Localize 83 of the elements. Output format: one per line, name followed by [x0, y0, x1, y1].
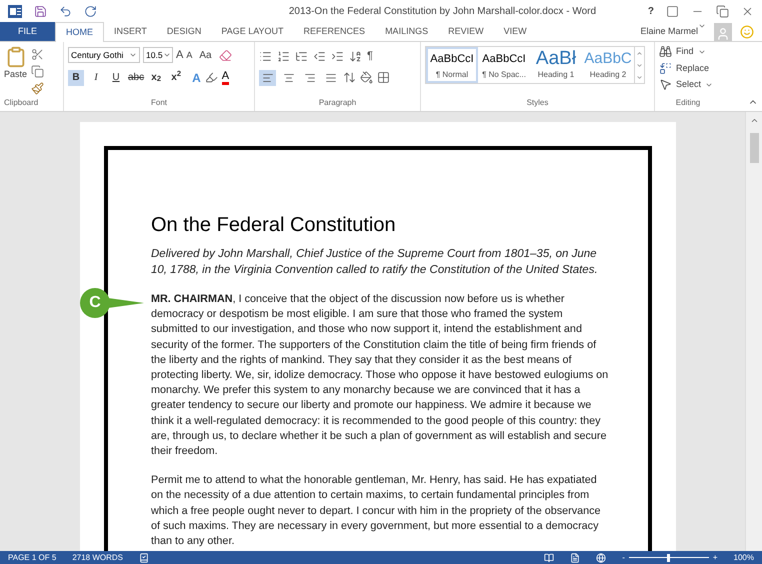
scroll-thumb[interactable]: [750, 133, 758, 163]
style-item[interactable]: AaBł Heading 1: [530, 47, 582, 83]
style-item[interactable]: AaBbCcI ¶ Normal: [426, 47, 478, 83]
body-paragraph: MR. CHAIRMAN, I conceive that the object of the discussion now before us is whether democracy or despotism be most eligible. I am sure that those who framed the system submitted to our investigation, and those who now support it, intend the establishment and security of the former. The supporters of the Constitution claim the title of being firm friends of the liberty and the rights of mankind. They say that they consider it as the best means of protecting liberty. We, sir, idolize democracy. Those who oppose it have bestowed eulogiums on monarchy. We prefer this system to any monarchy because we are convinced that it has a greater tendency to secure our liberty and promote our happiness. We admire it because we think it a well-regulated democracy: it is recommended to the good people of this country: they are, through us, to declare whether it be such a plan of government as will establish and secure their freedom.: [151, 292, 609, 460]
zoom-out-button[interactable]: -: [622, 552, 625, 564]
change-case-button[interactable]: Aa: [199, 48, 212, 63]
vertical-scrollbar[interactable]: [745, 112, 762, 551]
scroll-up-icon[interactable]: [750, 116, 758, 125]
format-button[interactable]: x$^{2}$: [168, 70, 184, 86]
scroll-up-icon[interactable]: [636, 50, 643, 56]
user-name[interactable]: Elaine Marmel: [640, 24, 698, 38]
increase-indent-icon[interactable]: [331, 50, 344, 63]
format-button[interactable]: abc: [128, 70, 144, 86]
file-tab[interactable]: FILE: [0, 22, 55, 41]
font-name-field[interactable]: Century Gothi: [68, 47, 140, 64]
ribbon-display-icon[interactable]: [666, 4, 679, 18]
copy-icon[interactable]: [31, 65, 44, 78]
grow-font-button[interactable]: A: [176, 47, 184, 64]
line-spacing-icon[interactable]: [343, 71, 356, 84]
ribbon-tab[interactable]: HOME: [55, 22, 104, 42]
group-label: Font: [150, 97, 168, 109]
sort-icon[interactable]: [349, 50, 362, 63]
word-logo-icon[interactable]: [8, 4, 22, 18]
shrink-font-button[interactable]: A: [186, 48, 192, 62]
select-button[interactable]: Select: [676, 78, 702, 92]
ribbon-tab[interactable]: VIEW: [494, 22, 537, 41]
find-button[interactable]: Find: [676, 45, 694, 58]
decrease-indent-icon[interactable]: [313, 50, 326, 63]
restore-icon[interactable]: [716, 4, 729, 18]
group-label: Editing: [674, 97, 702, 109]
multilevel-list-icon[interactable]: [295, 50, 308, 63]
print-layout-icon[interactable]: [570, 552, 580, 562]
scroll-down-icon[interactable]: [636, 62, 643, 68]
replace-icon[interactable]: [659, 62, 672, 75]
zoom-in-button[interactable]: +: [712, 552, 718, 564]
numbering-icon[interactable]: [277, 50, 290, 63]
zoom-thumb[interactable]: [667, 554, 670, 562]
more-styles-icon[interactable]: [636, 74, 643, 80]
pointer-icon[interactable]: [659, 78, 672, 92]
paste-button[interactable]: Paste: [4, 68, 28, 82]
document-title: On the Federal Constitution: [151, 213, 397, 238]
page-count[interactable]: PAGE 1 OF 5: [8, 552, 56, 564]
read-mode-icon[interactable]: [544, 552, 554, 562]
show-marks-button[interactable]: ¶: [367, 48, 373, 64]
caret-icon[interactable]: [698, 22, 706, 30]
replace-button[interactable]: Replace: [676, 62, 710, 75]
format-button[interactable]: x$_{2}$: [148, 70, 164, 86]
pointer-arrow-icon: [108, 296, 144, 310]
ribbon-tab[interactable]: INSERT: [104, 22, 157, 41]
shading-icon[interactable]: [360, 71, 373, 84]
format-button[interactable]: U: [108, 70, 124, 86]
body-paragraph: Permit me to attend to what the honorable gentleman, Mr. Henry, has said. He has expatiated on the necessity of a due attention to certain maxims, to certain fundamental principles from which a free people ought never to depart. I concur with him in the propriety of the observance of such maxims. They are necessary in every government, but more essential to a democracy than to any other.: [151, 473, 602, 550]
ribbon-tab[interactable]: PAGE LAYOUT: [211, 22, 294, 41]
help-button[interactable]: ?: [648, 4, 654, 18]
ribbon-tab[interactable]: REVIEW: [438, 22, 494, 41]
save-icon[interactable]: [34, 4, 47, 18]
font-color-button[interactable]: A: [222, 70, 230, 85]
group-label: Styles: [526, 97, 550, 109]
binoculars-icon[interactable]: [659, 45, 672, 58]
group-label: Paragraph: [318, 97, 358, 109]
style-item[interactable]: AaBbC Heading 2: [582, 47, 634, 83]
style-item[interactable]: AaBbCcI ¶ No Spac...: [478, 47, 530, 83]
format-painter-icon[interactable]: [31, 82, 44, 95]
ribbon-tab[interactable]: REFERENCES: [294, 22, 376, 41]
format-button[interactable]: I: [88, 70, 104, 86]
zoom-slider[interactable]: [628, 554, 709, 562]
borders-icon[interactable]: [377, 71, 390, 84]
format-button[interactable]: B: [68, 70, 84, 86]
cut-icon[interactable]: [31, 48, 44, 61]
zoom-level[interactable]: 100%: [734, 552, 754, 564]
font-size-field[interactable]: 10.5: [143, 47, 173, 64]
highlighter-icon[interactable]: [204, 71, 218, 84]
web-layout-icon[interactable]: [596, 552, 606, 562]
window-title: 2013-On the Federal Constitution by John Marshall-color.docx - Word: [288, 4, 598, 18]
word-count: 2718 WORDS: [72, 552, 123, 564]
ribbon-tab[interactable]: MAILINGS: [375, 22, 438, 41]
ribbon-tab[interactable]: DESIGN: [156, 22, 212, 41]
group-label: Clipboard: [3, 97, 40, 109]
eraser-icon[interactable]: [218, 48, 232, 62]
proofing-icon[interactable]: [139, 552, 149, 562]
redo-icon[interactable]: [84, 4, 97, 18]
undo-icon[interactable]: [59, 4, 72, 18]
document-subtitle: Delivered by John Marshall, Chief Justice of the Supreme Court from 1801–35, on June 10, 1788, in the Virginia Convention called to ratify the Constitution of the United States.: [151, 247, 599, 278]
